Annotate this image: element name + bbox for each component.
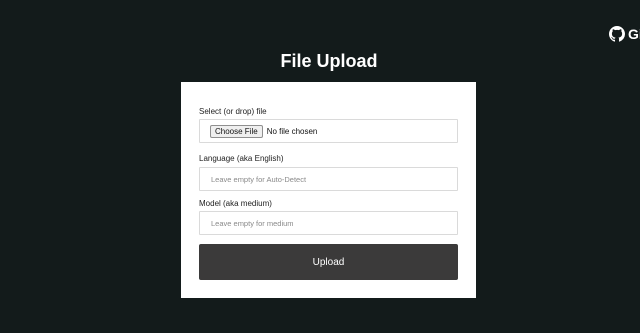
github-icon (609, 26, 625, 42)
file-drop-zone[interactable]: Choose File No file chosen (199, 119, 458, 143)
model-field-label: Model (aka medium) (199, 199, 272, 208)
upload-form: Select (or drop) file Choose File No fil… (181, 82, 476, 298)
language-input[interactable] (199, 167, 458, 191)
github-label: GitHub (628, 26, 640, 42)
model-input[interactable] (199, 211, 458, 235)
upload-button[interactable]: Upload (199, 244, 458, 280)
language-field-label: Language (aka English) (199, 154, 284, 163)
choose-file-button[interactable]: Choose File (210, 124, 263, 138)
file-field-label: Select (or drop) file (199, 107, 267, 116)
file-status-text: No file chosen (266, 126, 318, 136)
page-title: File Upload (280, 51, 378, 71)
github-link[interactable]: GitHub (609, 24, 640, 44)
